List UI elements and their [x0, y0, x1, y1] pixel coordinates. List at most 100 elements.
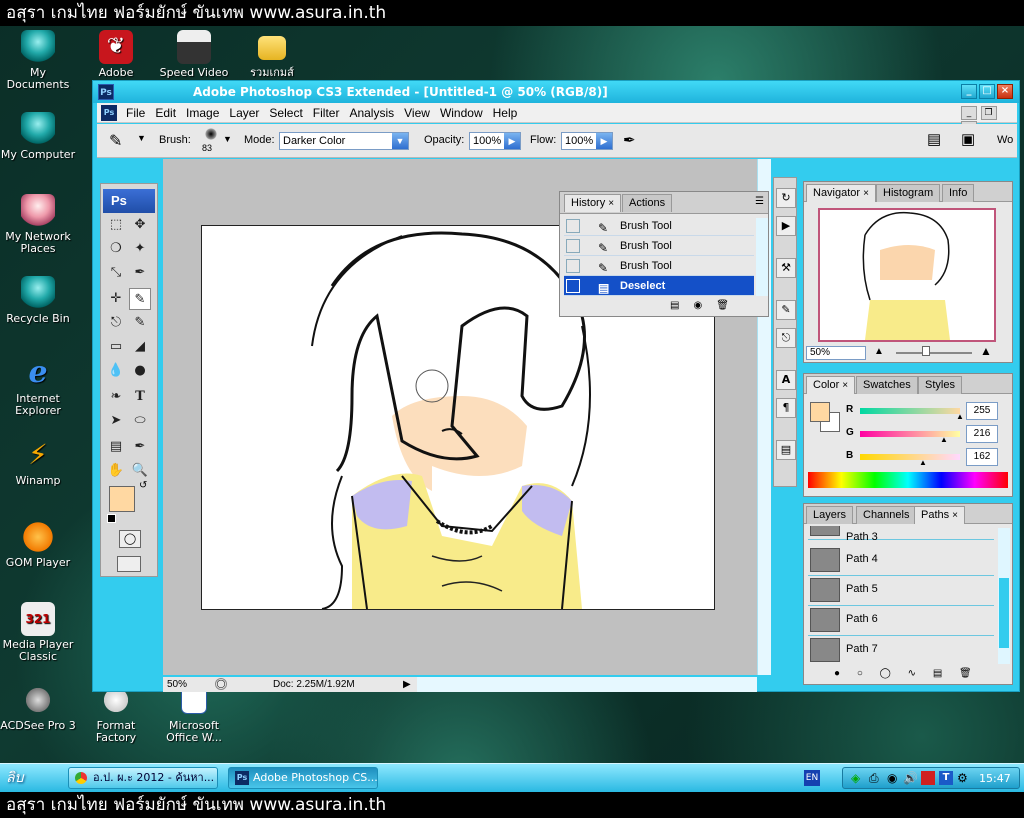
color-ramp[interactable]: [808, 472, 1008, 488]
quick-mask-icon[interactable]: ◯: [119, 530, 141, 548]
make-work-path-icon[interactable]: ∿: [908, 668, 916, 679]
t-app-icon[interactable]: T: [939, 771, 953, 785]
desktop-icon-media-player-classic[interactable]: 321 Media Player Classic: [0, 602, 76, 663]
menu-analysis[interactable]: Analysis: [344, 103, 399, 123]
tab-color[interactable]: Color ×: [806, 376, 856, 394]
mode-select[interactable]: Darker Color ▼: [279, 132, 409, 150]
snapshot-checkbox[interactable]: [566, 259, 580, 273]
marquee-tool-icon[interactable]: ⬚: [105, 214, 127, 236]
screen-mode-icon[interactable]: [117, 556, 141, 572]
stroke-path-icon[interactable]: ○: [857, 668, 863, 679]
close-icon[interactable]: ×: [952, 510, 958, 521]
navigator-thumbnail[interactable]: [818, 208, 996, 342]
red-value-input[interactable]: 255: [966, 402, 998, 420]
brush-tool-icon[interactable]: ✎: [129, 288, 151, 310]
window-titlebar[interactable]: Ps Adobe Photoshop CS3 Extended - [Untit…: [93, 81, 1019, 103]
lasso-tool-icon[interactable]: ❍: [105, 238, 127, 260]
close-button[interactable]: ×: [997, 84, 1013, 99]
brush-preview-icon[interactable]: [205, 128, 217, 140]
menu-help[interactable]: Help: [488, 103, 523, 123]
clock[interactable]: 15:47: [979, 772, 1011, 785]
tab-styles[interactable]: Styles: [918, 376, 962, 394]
blue-value-input[interactable]: 162: [966, 448, 998, 466]
quick-select-tool-icon[interactable]: ✦: [129, 238, 151, 260]
type-tool-icon[interactable]: T: [129, 386, 151, 408]
history-row[interactable]: ✎ Brush Tool: [564, 216, 754, 236]
history-row-selected[interactable]: ▤ Deselect: [564, 276, 754, 296]
paragraph-dock-icon[interactable]: ¶: [776, 398, 796, 418]
maximize-button[interactable]: □: [979, 84, 995, 99]
menu-layer[interactable]: Layer: [224, 103, 264, 123]
menu-image[interactable]: Image: [181, 103, 224, 123]
foreground-color-swatch[interactable]: [109, 486, 135, 512]
load-selection-icon[interactable]: ◯: [880, 668, 891, 679]
paths-scrollbar[interactable]: [998, 528, 1010, 664]
default-colors-icon[interactable]: [107, 514, 116, 523]
tab-paths[interactable]: Paths ×: [914, 506, 965, 524]
menu-window[interactable]: Window: [435, 103, 488, 123]
menu-view[interactable]: View: [399, 103, 435, 123]
history-dock-icon[interactable]: ↻: [776, 188, 796, 208]
ellipse-tool-icon[interactable]: ⬭: [129, 410, 151, 432]
red-slider-handle-icon[interactable]: ▲: [956, 412, 964, 421]
canvas-horizontal-scrollbar[interactable]: [417, 677, 757, 692]
blue-slider[interactable]: [860, 454, 960, 460]
tab-histogram[interactable]: Histogram: [876, 184, 941, 202]
workspace-icon[interactable]: ▣: [961, 130, 975, 148]
desktop-icon-folder[interactable]: รวมเกมส์: [234, 30, 310, 79]
gradient-tool-icon[interactable]: ◢: [129, 336, 151, 358]
minimize-button[interactable]: _: [961, 84, 977, 99]
snapshot-checkbox[interactable]: [566, 239, 580, 253]
character-dock-icon[interactable]: A: [776, 370, 796, 390]
panel-menu-icon[interactable]: ☰: [755, 196, 764, 207]
tab-navigator[interactable]: Navigator ×: [806, 184, 876, 202]
doc-restore-icon[interactable]: ❐: [980, 106, 997, 120]
brush-picker-icon[interactable]: ▼: [223, 134, 232, 144]
close-icon[interactable]: ×: [863, 188, 869, 199]
hand-tool-icon[interactable]: ✋: [105, 460, 127, 482]
history-row[interactable]: ✎ Brush Tool: [564, 256, 754, 276]
zoom-in-icon[interactable]: ▲: [980, 344, 992, 358]
preset-dropdown-icon[interactable]: ▼: [137, 133, 146, 143]
move-tool-icon[interactable]: ✥: [129, 214, 151, 236]
desktop-icon-winamp[interactable]: ⚡ Winamp: [0, 438, 76, 487]
antivirus-icon[interactable]: [921, 771, 935, 785]
airbrush-icon[interactable]: ✒: [623, 131, 636, 149]
status-zoom[interactable]: 50%: [167, 677, 187, 692]
workspace-label[interactable]: Wo: [997, 134, 1013, 146]
desktop-icon-acdsee[interactable]: ACDSee Pro 3: [0, 686, 76, 732]
crop-tool-icon[interactable]: ⤡: [105, 262, 127, 284]
tab-layers[interactable]: Layers: [806, 506, 854, 524]
tab-swatches[interactable]: Swatches: [856, 376, 918, 394]
desktop-icon-my-computer[interactable]: My Computer: [0, 112, 76, 161]
history-scrollbar[interactable]: [756, 218, 768, 296]
path-selection-tool-icon[interactable]: ➤: [105, 410, 127, 432]
opacity-input[interactable]: 100% ▶: [469, 132, 521, 150]
desktop-icon-gom-player[interactable]: GOM Player: [0, 520, 76, 569]
navigator-zoom-input[interactable]: 50%: [806, 346, 866, 360]
tab-actions[interactable]: Actions: [622, 194, 673, 212]
healing-brush-tool-icon[interactable]: ✛: [105, 288, 127, 310]
eyedropper-tool-icon[interactable]: ✒: [129, 436, 151, 458]
status-menu-arrow-icon[interactable]: ▶: [403, 677, 411, 692]
desktop-icon-speed-video[interactable]: Speed Video: [156, 30, 232, 79]
slice-tool-icon[interactable]: ✒: [129, 262, 151, 284]
volume-icon[interactable]: 🔊: [903, 771, 918, 785]
zoom-tool-icon[interactable]: 🔍: [129, 460, 151, 482]
tray-extra-icon[interactable]: ⚙: [957, 771, 968, 785]
snapshot-checkbox[interactable]: [566, 279, 580, 293]
trash-icon[interactable]: 🗑: [959, 668, 972, 679]
clone-stamp-tool-icon[interactable]: ⎋: [105, 312, 127, 334]
desktop-icon-network[interactable]: My Network Places: [0, 194, 76, 255]
notes-tool-icon[interactable]: ▤: [105, 436, 127, 458]
close-icon[interactable]: ×: [608, 198, 614, 209]
zoom-out-icon[interactable]: ▲: [874, 346, 884, 357]
brush-tool-preset-icon[interactable]: ✎: [109, 131, 122, 151]
snapshot-checkbox[interactable]: [566, 219, 580, 233]
color-foreground-swatch[interactable]: [810, 402, 830, 422]
desktop-icon-office-word[interactable]: Microsoft Office W...: [156, 686, 232, 744]
start-button[interactable]: ลิบ: [2, 766, 62, 790]
red-slider[interactable]: [860, 408, 960, 414]
swap-colors-icon[interactable]: ↺: [139, 480, 147, 491]
actions-dock-icon[interactable]: ▶: [776, 216, 796, 236]
